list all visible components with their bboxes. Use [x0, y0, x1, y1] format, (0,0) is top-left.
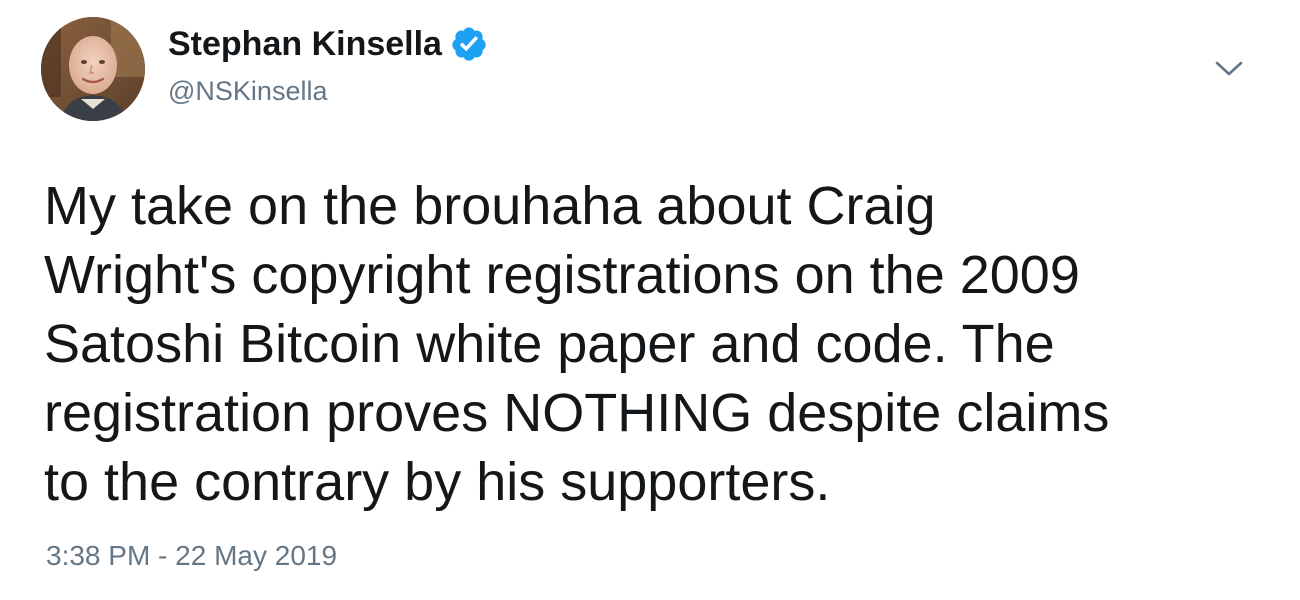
chevron-down-icon[interactable]	[1212, 54, 1246, 82]
avatar[interactable]	[41, 17, 145, 121]
avatar-photo	[41, 17, 145, 121]
author-name-row: Stephan Kinsella	[168, 24, 488, 64]
tweet-text: My take on the brouhaha about Craig Wrig…	[44, 176, 1110, 512]
author-handle[interactable]: @NSKinsella	[168, 76, 327, 107]
author-display-name[interactable]: Stephan Kinsella	[168, 25, 442, 64]
tweet-timestamp[interactable]: 3:38 PM - 22 May 2019	[46, 540, 337, 572]
verified-badge-icon	[450, 25, 488, 63]
tweet-card: Stephan Kinsella @NSKinsella My take on …	[0, 0, 1300, 600]
